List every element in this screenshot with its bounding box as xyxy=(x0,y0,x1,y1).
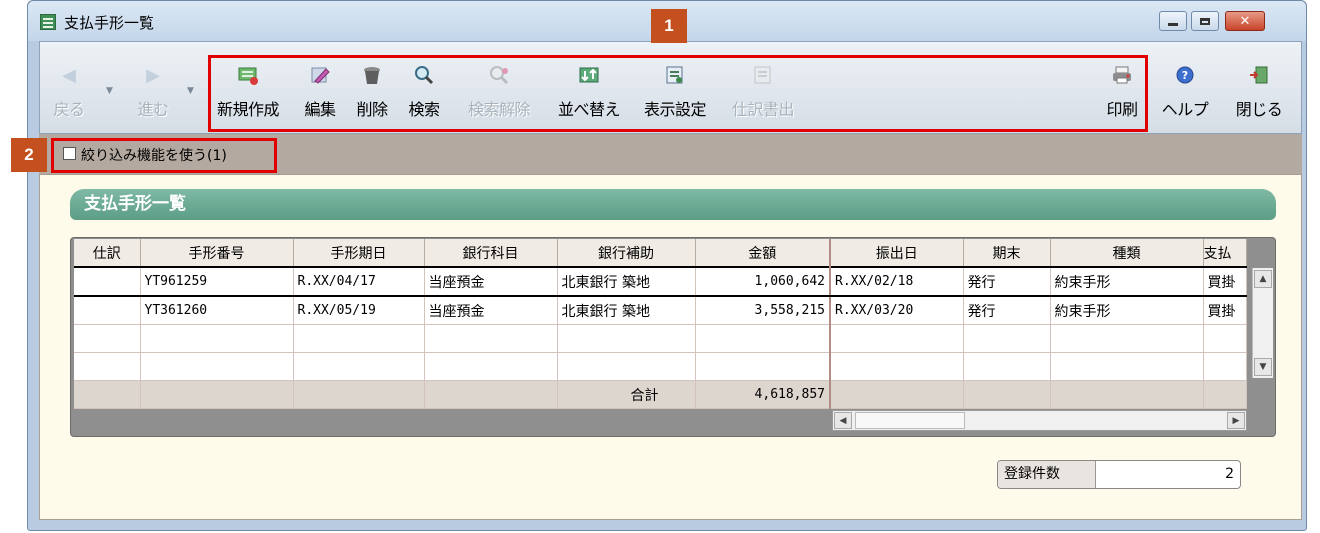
table-row[interactable]: YT961259 R.XX/04/17 当座預金 北東銀行 築地 1,060,6… xyxy=(74,266,1247,297)
record-count-value: 2 xyxy=(1225,466,1234,482)
svg-text:?: ? xyxy=(1182,69,1188,82)
record-count: 登録件数 2 xyxy=(997,460,1241,489)
close-icon: ✕ xyxy=(1239,13,1251,29)
record-count-label: 登録件数 xyxy=(998,461,1096,488)
content-panel: 支払手形一覧 仕訳 手形番号 手形期日 銀行科目 銀行補助 金額 振出日 期末 … xyxy=(39,174,1302,520)
annotation-marker-2: 2 xyxy=(11,138,47,172)
table-header-row: 仕訳 手形番号 手形期日 銀行科目 銀行補助 金額 振出日 期末 種類 支払 xyxy=(74,239,1247,268)
table-row[interactable] xyxy=(74,324,1247,353)
total-label: 合計 xyxy=(557,380,696,409)
column-header-term[interactable]: 期末 xyxy=(963,239,1051,268)
total-row: 合計 4,618,857 xyxy=(74,380,1247,409)
scroll-left-icon[interactable]: ◀ xyxy=(834,412,852,429)
exit-door-icon xyxy=(1248,64,1270,86)
total-amount: 4,618,857 xyxy=(695,380,831,409)
scroll-down-icon[interactable]: ▼ xyxy=(1254,358,1272,376)
forward-dropdown-icon[interactable]: ▼ xyxy=(187,86,194,96)
bill-grid: 仕訳 手形番号 手形期日 銀行科目 銀行補助 金額 振出日 期末 種類 支払 Y… xyxy=(70,237,1276,437)
scroll-right-icon[interactable]: ▶ xyxy=(1227,412,1245,429)
close-button[interactable]: 閉じる xyxy=(1226,42,1292,133)
window-title: 支払手形一覧 xyxy=(64,14,155,32)
help-button[interactable]: ? ヘルプ xyxy=(1154,42,1216,133)
column-header-kind[interactable]: 種類 xyxy=(1050,239,1204,268)
minimize-button[interactable] xyxy=(1159,11,1187,31)
maximize-button[interactable] xyxy=(1191,11,1219,31)
maximize-icon xyxy=(1200,17,1210,25)
annotation-box-filter xyxy=(51,138,277,173)
right-arrow-icon: ▶ xyxy=(146,64,160,86)
section-title: 支払手形一覧 xyxy=(70,189,1276,220)
column-header-journal[interactable]: 仕訳 xyxy=(74,239,141,268)
close-window-button[interactable]: ✕ xyxy=(1225,11,1265,31)
column-header-due-date[interactable]: 手形期日 xyxy=(293,239,425,268)
left-arrow-icon: ◀ xyxy=(62,64,76,86)
column-header-number[interactable]: 手形番号 xyxy=(140,239,294,268)
back-button[interactable]: ◀ 戻る xyxy=(44,42,94,133)
annotation-box-toolbar xyxy=(208,55,1148,132)
help-icon: ? xyxy=(1174,64,1196,86)
table-row[interactable]: YT361260 R.XX/05/19 当座預金 北東銀行 築地 3,558,2… xyxy=(74,296,1247,325)
forward-button[interactable]: ▶ 進む xyxy=(128,42,178,133)
column-header-amount[interactable]: 金額 xyxy=(695,239,831,268)
table-row[interactable] xyxy=(74,352,1247,381)
vertical-scrollbar[interactable]: ▲ ▼ xyxy=(1252,268,1273,378)
column-header-bank-account[interactable]: 銀行科目 xyxy=(424,239,558,268)
annotation-marker-1: 1 xyxy=(651,9,687,43)
horizontal-scroll-thumb[interactable] xyxy=(855,412,965,429)
column-header-issue-date[interactable]: 振出日 xyxy=(830,239,964,268)
scroll-up-icon[interactable]: ▲ xyxy=(1254,270,1272,288)
back-dropdown-icon[interactable]: ▼ xyxy=(106,86,113,96)
bill-table: 仕訳 手形番号 手形期日 銀行科目 銀行補助 金額 振出日 期末 種類 支払 Y… xyxy=(74,239,1247,409)
app-icon xyxy=(40,14,56,30)
horizontal-scrollbar[interactable]: ◀ ▶ xyxy=(832,410,1247,431)
minimize-icon xyxy=(1168,23,1178,26)
column-header-payee[interactable]: 支払 xyxy=(1203,239,1247,268)
column-header-bank-sub[interactable]: 銀行補助 xyxy=(557,239,696,268)
